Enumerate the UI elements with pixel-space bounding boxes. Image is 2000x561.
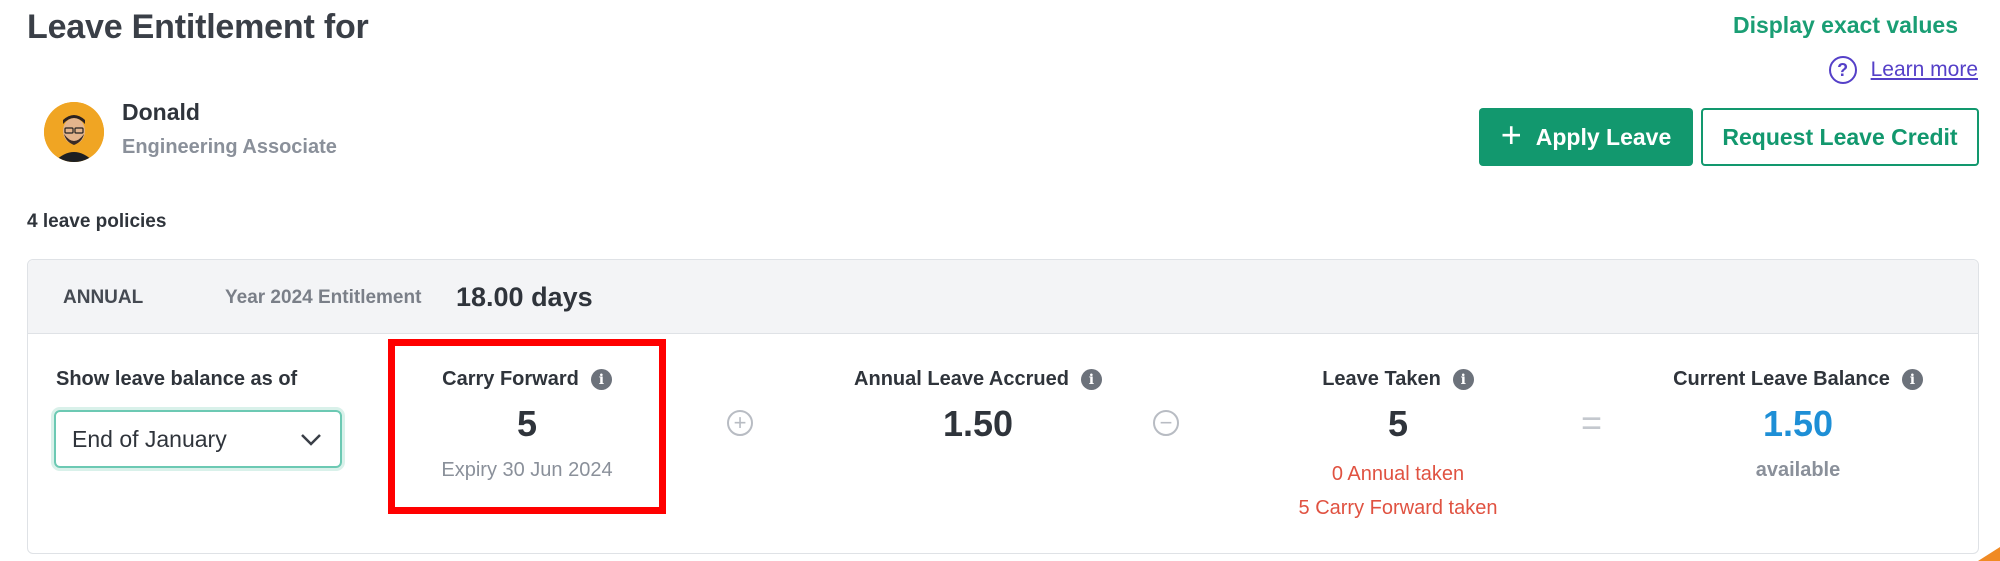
apply-leave-label: Apply Leave — [1535, 123, 1672, 150]
equals-operator: = — [1581, 402, 1603, 443]
current-balance-stat: Current Leave Balance i 1.50 available — [1648, 368, 1948, 482]
policies-count: 4 leave policies — [27, 211, 167, 232]
avatar — [44, 102, 104, 162]
user-role: Engineering Associate — [122, 136, 337, 158]
annual-accrued-label: Annual Leave Accrued — [854, 368, 1069, 390]
current-balance-label: Current Leave Balance — [1673, 368, 1890, 390]
request-leave-credit-button[interactable]: Request Leave Credit — [1701, 108, 1979, 166]
policy-type: ANNUAL — [63, 287, 144, 308]
chevron-down-icon — [301, 434, 321, 446]
balance-as-of-select[interactable]: End of January — [54, 410, 342, 468]
leave-taken-label: Leave Taken — [1322, 368, 1441, 390]
leave-policy-card: ANNUAL Year 2024 Entitlement 18.00 days … — [27, 259, 1979, 554]
entitlement-label: Year 2024 Entitlement — [225, 287, 422, 308]
leave-taken-breakdown: 0 Annual taken 5 Carry Forward taken — [1228, 457, 1568, 525]
user-info: Donald Engineering Associate — [122, 99, 337, 159]
plus-circle-icon: + — [727, 410, 753, 436]
balance-as-of-value: End of January — [72, 425, 227, 452]
learn-more-link[interactable]: Learn more — [1871, 58, 1978, 82]
carry-forward-taken: 5 Carry Forward taken — [1298, 497, 1498, 519]
minus-circle-icon: − — [1153, 410, 1179, 436]
leave-taken-stat: Leave Taken i 5 0 Annual taken 5 Carry F… — [1228, 368, 1568, 525]
info-icon[interactable]: i — [1452, 369, 1474, 390]
learn-more: ? Learn more — [1828, 56, 1978, 84]
apply-leave-button[interactable]: + Apply Leave — [1479, 108, 1693, 166]
annual-taken: 0 Annual taken — [1331, 463, 1465, 485]
annual-accrued-stat: Annual Leave Accrued i 1.50 — [808, 368, 1148, 445]
question-circle-icon: ? — [1828, 56, 1857, 84]
user-avatar-icon — [44, 102, 104, 162]
info-icon[interactable]: i — [1080, 369, 1102, 390]
balance-as-of-label: Show leave balance as of — [56, 368, 298, 390]
user-profile: Donald Engineering Associate — [44, 99, 337, 162]
minus-operator: − — [1153, 410, 1179, 436]
current-balance-value: 1.50 — [1762, 403, 1834, 444]
leave-taken-value: 5 — [1387, 403, 1409, 444]
info-icon[interactable]: i — [1901, 369, 1923, 390]
plus-operator: + — [727, 410, 753, 436]
policy-card-header: ANNUAL Year 2024 Entitlement 18.00 days — [28, 260, 1978, 334]
display-exact-values-link[interactable]: Display exact values — [1733, 12, 1958, 39]
current-balance-available: available — [1755, 459, 1841, 481]
entitlement-value: 18.00 days — [456, 282, 593, 312]
corner-mark — [1978, 547, 2000, 561]
plus-icon: + — [1500, 114, 1522, 155]
user-name: Donald — [122, 99, 200, 125]
page-title: Leave Entitlement for — [27, 8, 369, 46]
annual-accrued-value: 1.50 — [942, 403, 1014, 444]
highlight-box — [388, 339, 666, 514]
